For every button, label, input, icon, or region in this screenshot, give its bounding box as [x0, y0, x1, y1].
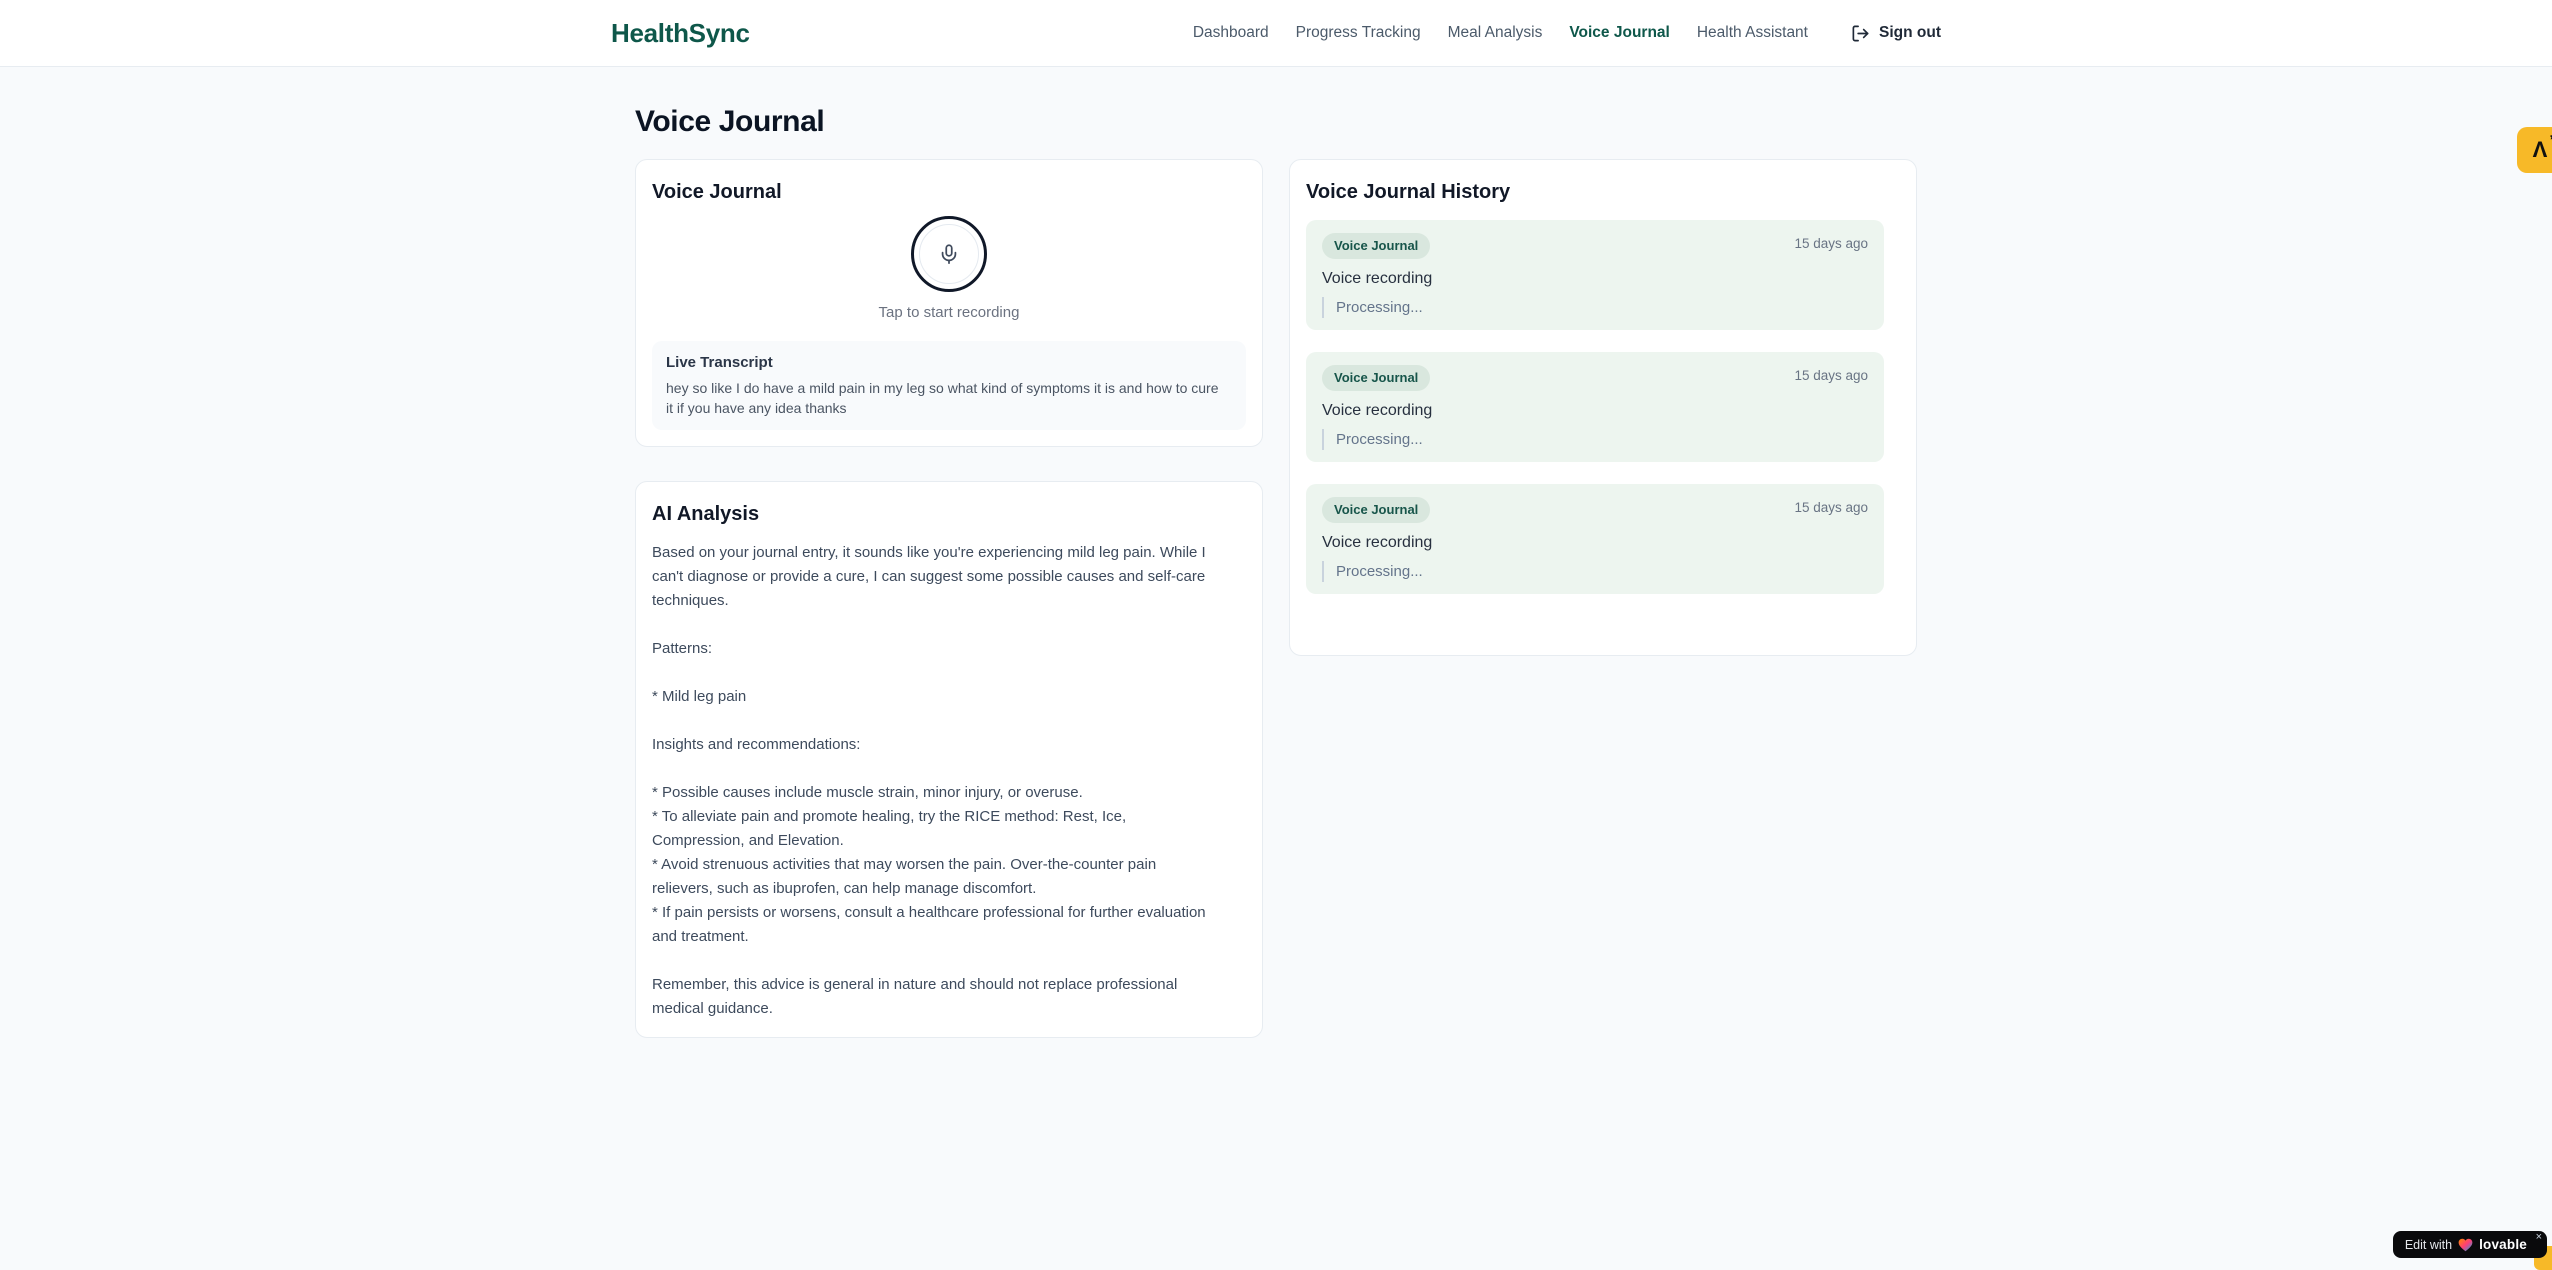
edit-with-lovable-badge[interactable]: Edit with lovable ×	[2392, 1231, 2547, 1258]
app-header: HealthSync Dashboard Progress Tracking M…	[0, 0, 2552, 67]
history-entry[interactable]: Voice Journal 15 days ago Voice recordin…	[1306, 484, 1884, 594]
entry-timestamp: 15 days ago	[1794, 236, 1868, 251]
entry-header-row: Voice Journal 15 days ago	[1322, 233, 1868, 259]
lovable-side-badge[interactable]: Λ	[2517, 127, 2552, 173]
header-container: HealthSync Dashboard Progress Tracking M…	[611, 0, 1941, 66]
entry-timestamp: 15 days ago	[1794, 500, 1868, 515]
tap-to-record-hint: Tap to start recording	[878, 304, 1020, 321]
microphone-icon	[938, 243, 960, 265]
entry-timestamp: 15 days ago	[1794, 368, 1868, 383]
recorder-card-title: Voice Journal	[652, 181, 782, 203]
ai-analysis-card: AI Analysis Based on your journal entry,…	[635, 481, 1263, 1038]
lovable-logo-icon: Λ	[2533, 133, 2552, 161]
history-list: Voice Journal 15 days ago Voice recordin…	[1306, 220, 1900, 594]
main-nav: Dashboard Progress Tracking Meal Analysi…	[1193, 24, 1941, 43]
voice-recorder-card: Voice Journal Tap to start recording Liv…	[635, 159, 1263, 447]
mic-button-wrap	[652, 216, 1246, 292]
history-entry[interactable]: Voice Journal 15 days ago Voice recordin…	[1306, 352, 1884, 462]
entry-description: Voice recording	[1322, 270, 1433, 287]
edit-with-label: Edit with	[2404, 1237, 2453, 1252]
history-entry[interactable]: Voice Journal 15 days ago Voice recordin…	[1306, 220, 1884, 330]
lovable-brand-label: lovable	[2479, 1237, 2527, 1252]
nav-item-health-assistant[interactable]: Health Assistant	[1697, 24, 1808, 42]
ai-analysis-title: AI Analysis	[652, 503, 760, 525]
app-logo[interactable]: HealthSync	[611, 18, 750, 49]
sign-out-icon	[1851, 24, 1870, 43]
voice-journal-history-card: Voice Journal History Voice Journal 15 d…	[1289, 159, 1917, 656]
sign-out-label: Sign out	[1879, 24, 1941, 41]
ai-analysis-body: Based on your journal entry, it sounds l…	[652, 544, 1206, 1017]
entry-type-badge: Voice Journal	[1322, 233, 1431, 259]
nav-item-voice-journal[interactable]: Voice Journal	[1569, 24, 1670, 42]
entry-type-badge: Voice Journal	[1322, 365, 1431, 391]
sign-out-button[interactable]: Sign out	[1851, 24, 1941, 43]
nav-item-progress-tracking[interactable]: Progress Tracking	[1296, 24, 1421, 42]
record-button[interactable]	[911, 216, 987, 292]
main-content: Voice Journal Voice Journal Tap to start…	[635, 67, 1917, 1038]
left-column: Voice Journal Tap to start recording Liv…	[635, 159, 1263, 1038]
entry-status: Processing...	[1322, 429, 1868, 450]
entry-header-row: Voice Journal 15 days ago	[1322, 497, 1868, 523]
entry-description: Voice recording	[1322, 402, 1433, 419]
live-transcript-panel: Live Transcript hey so like I do have a …	[652, 341, 1246, 430]
entry-status: Processing...	[1322, 561, 1868, 582]
page-title: Voice Journal	[635, 105, 825, 138]
nav-item-dashboard[interactable]: Dashboard	[1193, 24, 1269, 42]
close-icon[interactable]: ×	[2536, 1232, 2542, 1243]
entry-type-badge: Voice Journal	[1322, 497, 1431, 523]
entry-description: Voice recording	[1322, 534, 1433, 551]
right-column: Voice Journal History Voice Journal 15 d…	[1289, 159, 1917, 656]
history-card-title: Voice Journal History	[1306, 181, 1511, 203]
live-transcript-text: hey so like I do have a mild pain in my …	[666, 380, 1219, 416]
nav-item-meal-analysis[interactable]: Meal Analysis	[1448, 24, 1543, 42]
content-grid: Voice Journal Tap to start recording Liv…	[635, 159, 1917, 1038]
live-transcript-title: Live Transcript	[666, 354, 773, 371]
gradient-heart-icon	[2458, 1238, 2473, 1252]
entry-header-row: Voice Journal 15 days ago	[1322, 365, 1868, 391]
entry-status: Processing...	[1322, 297, 1868, 318]
